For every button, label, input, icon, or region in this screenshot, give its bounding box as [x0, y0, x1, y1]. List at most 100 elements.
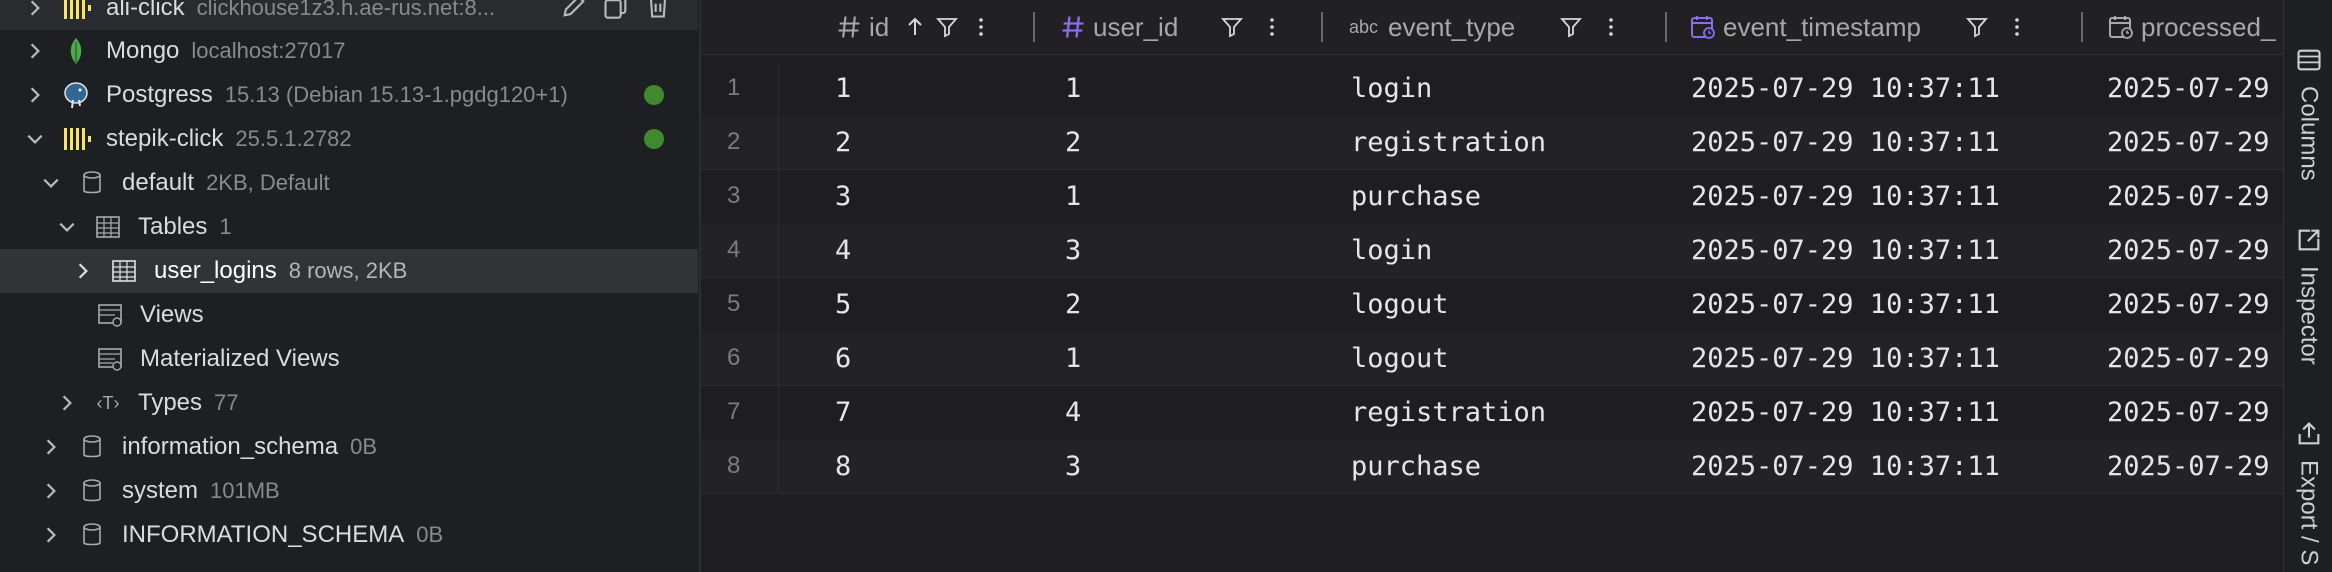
cell-event-type[interactable]: purchase	[1351, 169, 1481, 223]
tree-database-default[interactable]: default 2KB, Default	[0, 161, 698, 205]
tree-connection-stepik-click[interactable]: stepik-click 25.5.1.2782	[0, 117, 698, 161]
tree-database-information-schema-upper[interactable]: INFORMATION_SCHEMA 0B	[0, 513, 698, 557]
tree-database-system[interactable]: system 101MB	[0, 469, 698, 513]
table-row[interactable]: 1 1 1 login 2025-07-29 10:37:11 2025-07-…	[701, 61, 2283, 116]
table-row[interactable]: 2 2 2 registration 2025-07-29 10:37:11 2…	[701, 115, 2283, 170]
cell-user-id[interactable]: 1	[1065, 61, 1081, 115]
right-tool-sidebar: Columns Inspector Export / S	[2283, 0, 2332, 572]
cell-user-id[interactable]: 3	[1065, 223, 1081, 277]
chevron-down-icon[interactable]	[24, 128, 46, 150]
cell-processed[interactable]: 2025-07-29	[2107, 277, 2270, 331]
cell-processed[interactable]: 2025-07-29	[2107, 439, 2270, 493]
cell-processed[interactable]: 2025-07-29	[2107, 169, 2270, 223]
column-resize-handle[interactable]	[1321, 12, 1323, 42]
tree-folder-materialized-views[interactable]: Materialized Views	[0, 337, 698, 381]
chevron-right-icon[interactable]	[24, 84, 46, 106]
table-row[interactable]: 7 7 4 registration 2025-07-29 10:37:11 2…	[701, 385, 2283, 440]
cell-event-timestamp[interactable]: 2025-07-29 10:37:11	[1691, 331, 2000, 385]
filter-icon[interactable]	[1965, 15, 1989, 39]
filter-icon[interactable]	[935, 15, 959, 39]
cell-event-timestamp[interactable]: 2025-07-29 10:37:11	[1691, 223, 2000, 277]
tree-connection-ali-click[interactable]: ali-click clickhouse1z3.h.ae-rus.net:8..…	[0, 0, 698, 30]
cell-event-type[interactable]: login	[1351, 61, 1432, 115]
edit-icon[interactable]	[560, 0, 588, 20]
chevron-right-icon[interactable]	[40, 436, 62, 458]
cell-event-timestamp[interactable]: 2025-07-29 10:37:11	[1691, 385, 2000, 439]
column-resize-handle[interactable]	[1665, 12, 1667, 42]
cell-user-id[interactable]: 4	[1065, 385, 1081, 439]
cell-user-id[interactable]: 1	[1065, 331, 1081, 385]
cell-event-timestamp[interactable]: 2025-07-29 10:37:11	[1691, 277, 2000, 331]
table-row[interactable]: 3 3 1 purchase 2025-07-29 10:37:11 2025-…	[701, 169, 2283, 224]
chevron-right-icon[interactable]	[40, 480, 62, 502]
tree-connection-postgress[interactable]: Postgress 15.13 (Debian 15.13-1.pgdg120+…	[0, 73, 698, 117]
cell-id[interactable]: 1	[835, 61, 851, 115]
filter-icon[interactable]	[1559, 15, 1583, 39]
tree-folder-views[interactable]: Views	[0, 293, 698, 337]
cell-event-type[interactable]: registration	[1351, 385, 1546, 439]
tree-table-user-logins[interactable]: user_logins 8 rows, 2KB	[0, 249, 698, 293]
column-header-id[interactable]: id	[835, 0, 993, 54]
table-row[interactable]: 8 8 3 purchase 2025-07-29 10:37:11 2025-…	[701, 439, 2283, 494]
cell-user-id[interactable]: 1	[1065, 169, 1081, 223]
table-row[interactable]: 5 5 2 logout 2025-07-29 10:37:11 2025-07…	[701, 277, 2283, 332]
column-header-event-timestamp[interactable]: event_timestamp	[1689, 0, 2029, 54]
cell-user-id[interactable]: 3	[1065, 439, 1081, 493]
more-options-icon[interactable]	[969, 15, 993, 39]
cell-event-timestamp[interactable]: 2025-07-29 10:37:11	[1691, 439, 2000, 493]
cell-id[interactable]: 7	[835, 385, 851, 439]
cell-id[interactable]: 6	[835, 331, 851, 385]
cell-id[interactable]: 2	[835, 115, 851, 169]
more-options-icon[interactable]	[2005, 15, 2029, 39]
column-resize-handle[interactable]	[2081, 12, 2083, 42]
chevron-right-icon[interactable]	[24, 0, 46, 19]
trash-icon[interactable]	[644, 0, 672, 20]
chevron-right-icon[interactable]	[56, 392, 78, 414]
cell-event-type[interactable]: login	[1351, 223, 1432, 277]
column-resize-handle[interactable]	[1033, 12, 1035, 42]
sort-ascending-icon[interactable]	[903, 15, 927, 39]
tab-inspector[interactable]: Inspector	[2284, 226, 2332, 365]
column-header-user-id[interactable]: user_id	[1059, 0, 1284, 54]
cell-processed[interactable]: 2025-07-29	[2107, 385, 2270, 439]
chevron-down-icon[interactable]	[56, 216, 78, 238]
cell-processed[interactable]: 2025-07-29	[2107, 115, 2270, 169]
cell-id[interactable]: 4	[835, 223, 851, 277]
tree-folder-tables[interactable]: Tables 1	[0, 205, 698, 249]
tree-item-label: user_logins	[154, 257, 277, 284]
row-number: 4	[701, 223, 779, 277]
column-header-processed[interactable]: processed_	[2107, 0, 2275, 54]
cell-event-type[interactable]: logout	[1351, 277, 1449, 331]
more-options-icon[interactable]	[1599, 15, 1623, 39]
chevron-right-icon[interactable]	[72, 260, 94, 282]
more-options-icon[interactable]	[1260, 15, 1284, 39]
cell-event-timestamp[interactable]: 2025-07-29 10:37:11	[1691, 115, 2000, 169]
chevron-right-icon[interactable]	[24, 40, 46, 62]
table-row[interactable]: 4 4 3 login 2025-07-29 10:37:11 2025-07-…	[701, 223, 2283, 278]
chevron-down-icon[interactable]	[40, 172, 62, 194]
cell-processed[interactable]: 2025-07-29	[2107, 331, 2270, 385]
tree-database-information-schema[interactable]: information_schema 0B	[0, 425, 698, 469]
cell-user-id[interactable]: 2	[1065, 115, 1081, 169]
cell-user-id[interactable]: 2	[1065, 277, 1081, 331]
copy-icon[interactable]	[602, 0, 630, 20]
cell-id[interactable]: 8	[835, 439, 851, 493]
cell-event-type[interactable]: logout	[1351, 331, 1449, 385]
tab-columns[interactable]: Columns	[2284, 46, 2332, 181]
tab-export[interactable]: Export / S	[2284, 420, 2332, 565]
column-header-event-type[interactable]: abc event_type	[1349, 0, 1623, 54]
cell-event-type[interactable]: registration	[1351, 115, 1546, 169]
chevron-right-icon[interactable]	[40, 524, 62, 546]
tree-connection-mongo[interactable]: Mongo localhost:27017	[0, 29, 698, 73]
cell-processed[interactable]: 2025-07-29	[2107, 61, 2270, 115]
cell-id[interactable]: 3	[835, 169, 851, 223]
cell-id[interactable]: 5	[835, 277, 851, 331]
calendar-clock-icon	[1689, 13, 1717, 41]
cell-event-timestamp[interactable]: 2025-07-29 10:37:11	[1691, 61, 2000, 115]
cell-event-timestamp[interactable]: 2025-07-29 10:37:11	[1691, 169, 2000, 223]
cell-event-type[interactable]: purchase	[1351, 439, 1481, 493]
tree-folder-types[interactable]: ‹T› Types 77	[0, 381, 698, 425]
table-row[interactable]: 6 6 1 logout 2025-07-29 10:37:11 2025-07…	[701, 331, 2283, 386]
filter-icon[interactable]	[1220, 15, 1244, 39]
cell-processed[interactable]: 2025-07-29	[2107, 223, 2270, 277]
